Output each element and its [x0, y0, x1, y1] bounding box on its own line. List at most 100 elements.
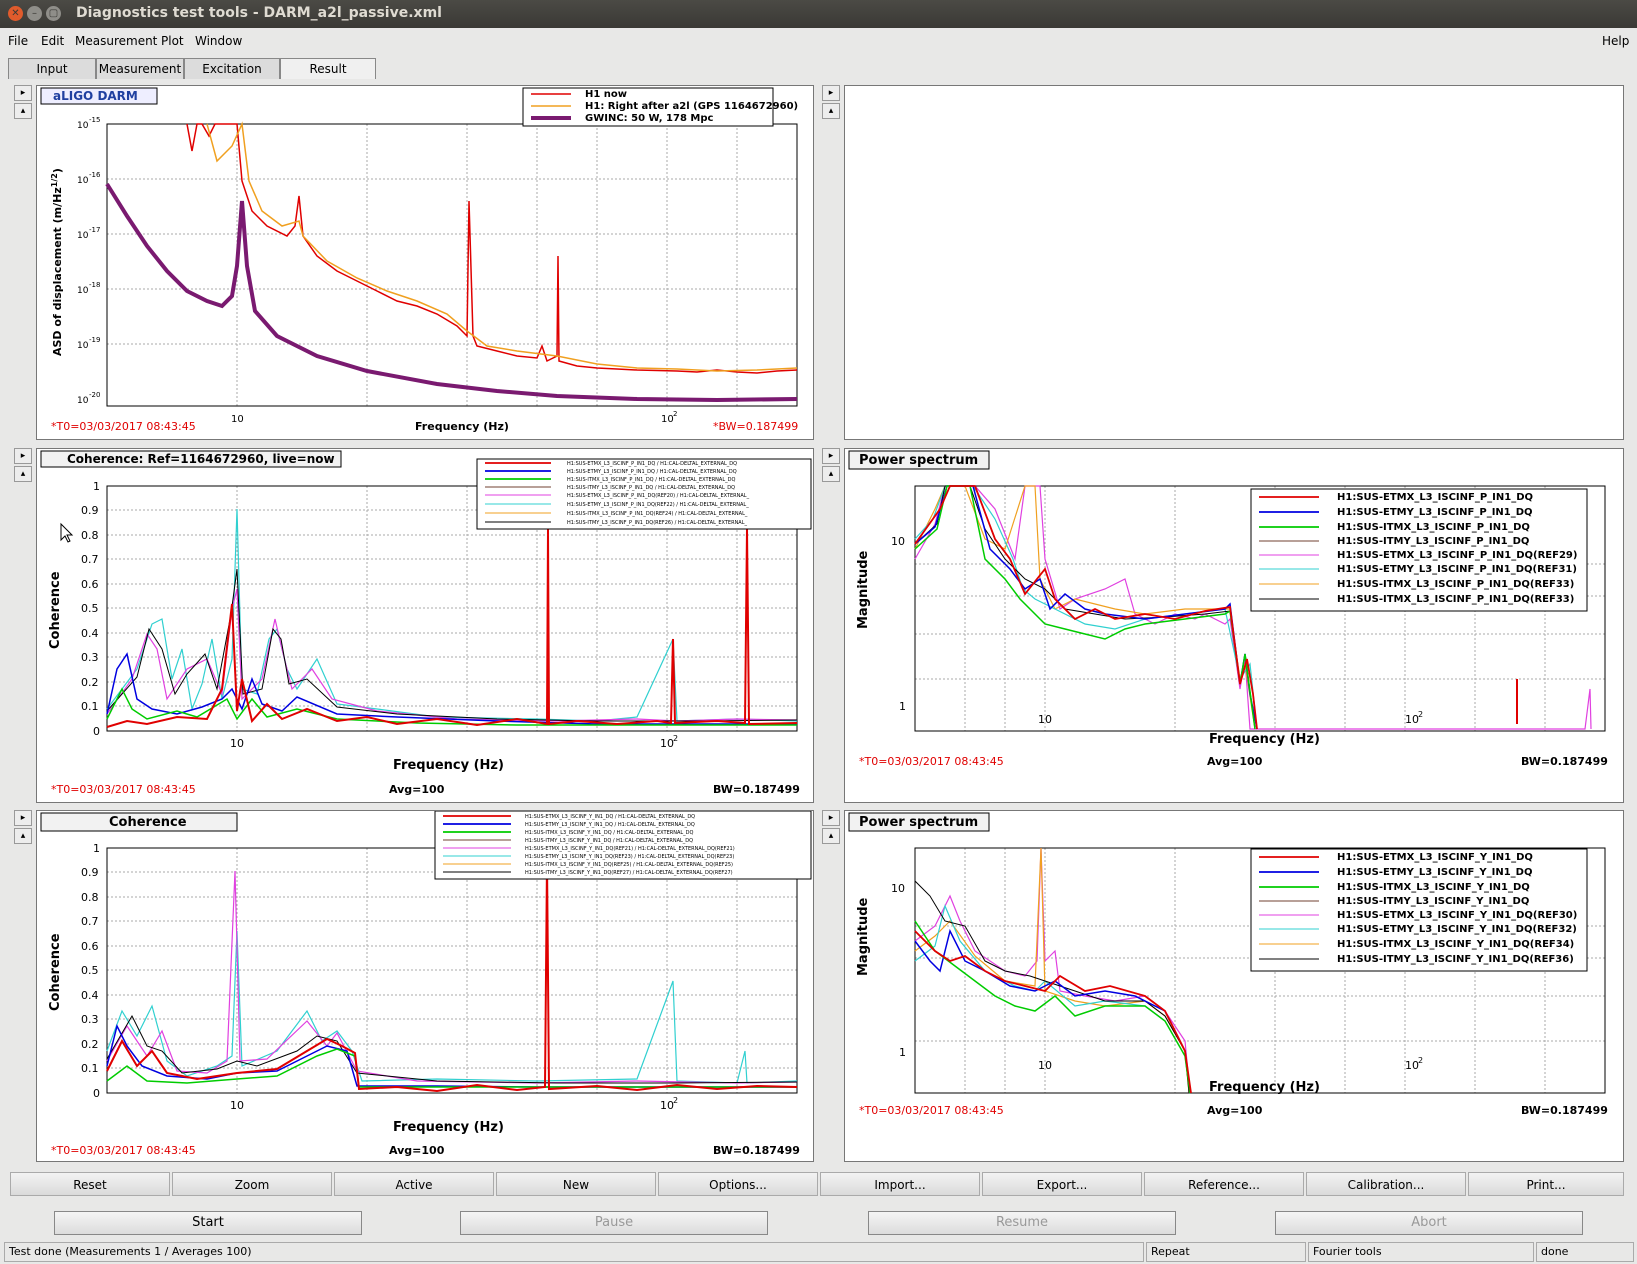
- pad4-expand-button[interactable]: ▸: [822, 448, 840, 464]
- ps1-series-green: [914, 485, 1256, 730]
- ps2-legend-5: H1:SUS-ETMY_L3_ISCINF_Y_IN1_DQ(REF32): [1337, 924, 1577, 935]
- ps2-tag: Power spectrum: [859, 815, 978, 830]
- darm-xlabel: Frequency (Hz): [415, 420, 509, 433]
- coh1-ytick-1: 0.9: [81, 504, 99, 517]
- tab-result[interactable]: Result: [280, 58, 376, 79]
- darm-yexp-5: -20: [89, 391, 100, 399]
- coh2-ytick-7: 0.3: [81, 1013, 99, 1026]
- menu-edit[interactable]: Edit: [41, 34, 64, 48]
- menu-measurement[interactable]: Measurement: [75, 34, 157, 48]
- ps1-ytick-0: 10: [891, 535, 905, 548]
- resume-button[interactable]: Resume: [868, 1211, 1176, 1235]
- coh2-bw-label: BW=0.187499: [713, 1144, 800, 1157]
- coh2-xtick-1: 10: [660, 1099, 674, 1112]
- zoom-button[interactable]: Zoom: [172, 1172, 332, 1196]
- coh1-ytick-7: 0.3: [81, 651, 99, 664]
- abort-button[interactable]: Abort: [1275, 1211, 1583, 1235]
- coh2-ytick-4: 0.6: [81, 940, 99, 953]
- pad2-expand-button[interactable]: ▸: [822, 85, 840, 101]
- menu-file[interactable]: File: [8, 34, 28, 48]
- reference-button[interactable]: Reference...: [1144, 1172, 1304, 1196]
- pad5-collapse-button[interactable]: ▴: [14, 828, 32, 844]
- menu-plot[interactable]: Plot: [161, 34, 184, 48]
- coh2-ytick-6: 0.4: [81, 989, 99, 1002]
- pad2-collapse-button[interactable]: ▴: [822, 103, 840, 119]
- coh1-legend-0: H1:SUS-ETMX_L3_ISCINF_P_IN1_DQ / H1:CAL-…: [567, 461, 737, 467]
- darm-yexp-0: -15: [89, 116, 100, 124]
- coh1-legend-5: H1:SUS-ETMY_L3_ISCINF_P_IN1_DQ(REF22) / …: [567, 502, 749, 508]
- coh1-ytick-9: 0.1: [81, 700, 99, 713]
- pad1-collapse-button[interactable]: ▴: [14, 103, 32, 119]
- menu-help[interactable]: Help: [1602, 34, 1629, 48]
- plot-pad-darm[interactable]: 10 -15 10 -16 10 -17 10 -18 10 -19 10 -20 10 1…: [36, 85, 814, 440]
- new-button[interactable]: New: [496, 1172, 656, 1196]
- ps1-series-blue: [914, 485, 1258, 730]
- pad5-expand-button[interactable]: ▸: [14, 810, 32, 826]
- ps2-series-magenta: [914, 847, 1191, 1094]
- darm-ytick-2: 10: [77, 231, 89, 241]
- coh2-yticks: 1 0.9 0.8 0.7 0.6 0.5 0.4 0.3 0.2 0.1 0: [81, 842, 100, 1100]
- coh2-legend-5: H1:SUS-ETMY_L3_ISCINF_Y_IN1_DQ(REF23) / …: [525, 854, 734, 860]
- plot-pad-coherence-pitch[interactable]: 1 0.9 0.8 0.7 0.6 0.5 0.4 0.3 0.2 0.1 0 …: [36, 448, 814, 803]
- coh2-series-red: [106, 860, 798, 1093]
- tab-input[interactable]: Input: [8, 58, 96, 79]
- darm-yexp-4: -19: [89, 336, 100, 344]
- ps2-legend-0: H1:SUS-ETMX_L3_ISCINF_Y_IN1_DQ: [1337, 852, 1533, 863]
- ps1-xexp-1: 2: [1418, 710, 1423, 719]
- darm-series-gwinc: [105, 182, 798, 403]
- plot-pad-empty[interactable]: [844, 85, 1624, 440]
- calibration-button[interactable]: Calibration...: [1306, 1172, 1466, 1196]
- coh2-t0-label: *T0=03/03/2017 08:43:45: [51, 1144, 196, 1157]
- ps1-xtick-0: 10: [1038, 713, 1052, 726]
- pad4-collapse-button[interactable]: ▴: [822, 466, 840, 482]
- plot-pad-coherence-yaw[interactable]: 1 0.9 0.8 0.7 0.6 0.5 0.4 0.3 0.2 0.1 0 …: [36, 810, 814, 1162]
- print-button[interactable]: Print...: [1468, 1172, 1624, 1196]
- coh2-ytick-3: 0.7: [81, 915, 99, 928]
- reset-button[interactable]: Reset: [10, 1172, 170, 1196]
- pause-button[interactable]: Pause: [460, 1211, 768, 1235]
- ps2-yticks: 10 1: [891, 882, 906, 1059]
- tab-excitation[interactable]: Excitation: [184, 58, 280, 79]
- ps1-t0-label: *T0=03/03/2017 08:43:45: [859, 755, 1004, 768]
- coh1-ylabel: Coherence: [48, 571, 63, 649]
- pad1-expand-button[interactable]: ▸: [14, 85, 32, 101]
- start-button[interactable]: Start: [54, 1211, 362, 1235]
- ps2-legend-4: H1:SUS-ETMX_L3_ISCINF_Y_IN1_DQ(REF30): [1337, 910, 1577, 921]
- power-spectrum-pitch-plot: 10 1 10 10 2 Magnitude Frequency (Hz) *T0…: [848, 450, 1608, 768]
- coh2-xexp-1: 2: [673, 1096, 678, 1105]
- plot-toolbar: Reset Zoom Active New Options... Import.…: [10, 1172, 1624, 1196]
- pad3-collapse-button[interactable]: ▴: [14, 466, 32, 482]
- tab-measurement[interactable]: Measurement: [96, 58, 184, 79]
- coh1-legend-4: H1:SUS-ETMX_L3_ISCINF_P_IN1_DQ(REF20) / …: [567, 493, 750, 499]
- coh2-legend-7: H1:SUS-ITMY_L3_ISCINF_Y_IN1_DQ(REF27) / …: [525, 870, 733, 876]
- coh1-tag: Coherence: Ref=1164672960, live=now: [67, 452, 335, 466]
- menu-window[interactable]: Window: [195, 34, 242, 48]
- coh2-legend-1: H1:SUS-ETMY_L3_ISCINF_Y_IN1_DQ / H1:CAL-…: [525, 822, 695, 828]
- coh1-yticks: 1 0.9 0.8 0.7 0.6 0.5 0.4 0.3 0.2 0.1 0: [81, 480, 100, 738]
- pad6-collapse-button[interactable]: ▴: [822, 828, 840, 844]
- status-repeat: Repeat: [1146, 1242, 1306, 1262]
- plot-pad-power-spectrum-pitch[interactable]: 10 1 10 10 2 Magnitude Frequency (Hz) *T0…: [844, 448, 1624, 803]
- close-window-icon[interactable]: ✕: [8, 6, 23, 21]
- ps1-legend-5: H1:SUS-ETMY_L3_ISCINF_P_IN1_DQ(REF31): [1337, 564, 1577, 575]
- active-button[interactable]: Active: [334, 1172, 494, 1196]
- import-button[interactable]: Import...: [820, 1172, 980, 1196]
- pad3-expand-button[interactable]: ▸: [14, 448, 32, 464]
- minimize-window-icon[interactable]: –: [27, 6, 42, 21]
- options-button[interactable]: Options...: [658, 1172, 818, 1196]
- coh2-legend-2: H1:SUS-ITMX_L3_ISCINF_Y_IN1_DQ / H1:CAL-…: [525, 830, 693, 836]
- ps1-tag: Power spectrum: [859, 453, 978, 468]
- darm-tag: aLIGO DARM: [53, 89, 138, 103]
- darm-yexp-1: -16: [89, 171, 101, 179]
- plot-pad-power-spectrum-yaw[interactable]: 10 1 10 10 2 Magnitude Frequency (Hz) *T0…: [844, 810, 1624, 1162]
- darm-legend: H1 now H1: Right after a2l (GPS 11646729…: [522, 87, 798, 127]
- coh1-ytick-4: 0.6: [81, 578, 99, 591]
- coh2-xlabel: Frequency (Hz): [393, 1120, 504, 1135]
- darm-yexp-3: -18: [89, 281, 100, 289]
- maximize-window-icon[interactable]: ▢: [46, 6, 61, 21]
- export-button[interactable]: Export...: [982, 1172, 1142, 1196]
- ps2-ytick-0: 10: [891, 882, 905, 895]
- darm-bw-label: *BW=0.187499: [713, 420, 798, 433]
- ps2-xexp-1: 2: [1418, 1056, 1423, 1065]
- pad6-expand-button[interactable]: ▸: [822, 810, 840, 826]
